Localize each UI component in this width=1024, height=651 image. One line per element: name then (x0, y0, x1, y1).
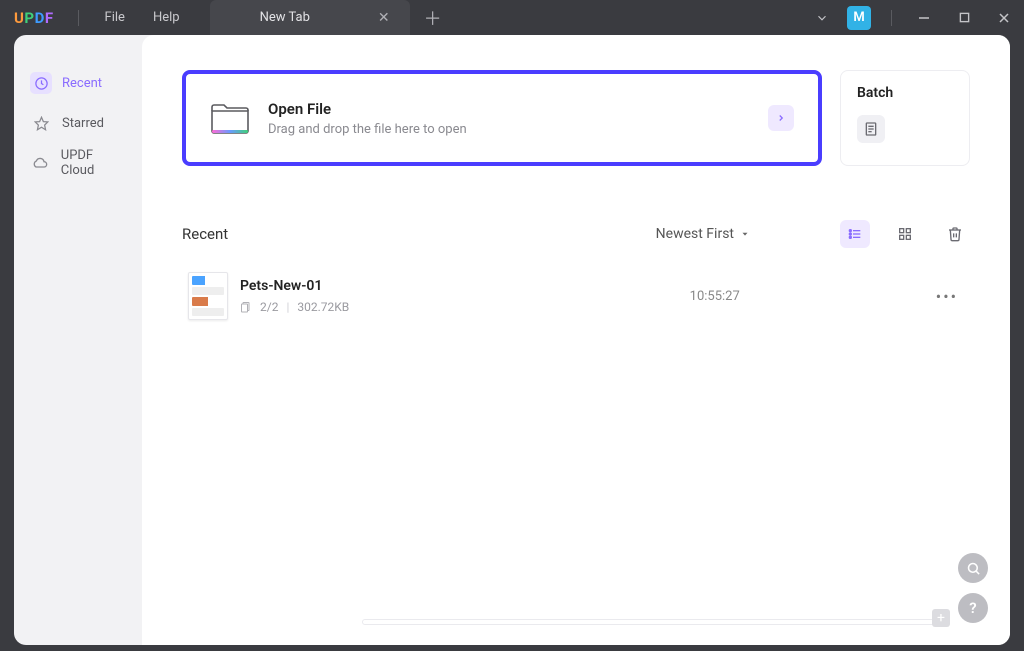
close-window-button[interactable] (984, 0, 1024, 35)
file-row[interactable]: Pets-New-01 2/2 | 302.72KB 10:55:27 ••• (182, 262, 970, 330)
clock-icon (30, 72, 52, 94)
file-more-button[interactable]: ••• (930, 287, 964, 306)
file-size: 302.72KB (297, 300, 349, 314)
open-file-subtitle: Drag and drop the file here to open (268, 122, 467, 137)
minimize-button[interactable] (904, 0, 944, 35)
delete-button[interactable] (940, 220, 970, 248)
batch-document-icon (857, 115, 885, 143)
file-pages: 2/2 (260, 300, 278, 314)
pages-icon (240, 301, 252, 313)
chevron-down-icon[interactable] (805, 11, 839, 25)
open-file-title: Open File (268, 100, 467, 118)
folder-icon (210, 101, 250, 135)
open-file-card[interactable]: Open File Drag and drop the file here to… (182, 70, 822, 166)
sidebar-item-recent[interactable]: Recent (22, 65, 134, 101)
view-list-button[interactable] (840, 220, 870, 248)
star-icon (30, 112, 52, 134)
separator (891, 10, 892, 26)
open-file-arrow-button[interactable] (768, 105, 794, 131)
sort-label: Newest First (656, 226, 734, 242)
add-tab-button[interactable]: ＋ (424, 5, 442, 31)
batch-card[interactable]: Batch (840, 70, 970, 166)
sidebar: Recent Starred UPDF Cloud (14, 35, 142, 645)
sidebar-item-cloud[interactable]: UPDF Cloud (22, 145, 134, 181)
add-button[interactable]: + (932, 609, 950, 627)
file-time: 10:55:27 (690, 289, 740, 304)
separator (78, 10, 79, 26)
titlebar: UPDF File Help New Tab ✕ ＋ M (0, 0, 1024, 35)
maximize-button[interactable] (944, 0, 984, 35)
main-content: Open File Drag and drop the file here to… (142, 35, 1010, 645)
sidebar-item-starred[interactable]: Starred (22, 105, 134, 141)
view-grid-button[interactable] (890, 220, 920, 248)
menu-file[interactable]: File (91, 10, 139, 25)
caret-down-icon (740, 229, 750, 239)
file-thumbnail (188, 272, 228, 320)
file-name: Pets-New-01 (240, 278, 349, 294)
batch-title: Batch (857, 85, 953, 101)
user-avatar[interactable]: M (847, 6, 871, 30)
app-logo: UPDF (0, 9, 66, 27)
horizontal-scrollbar[interactable] (362, 619, 940, 625)
sidebar-item-label: Recent (62, 76, 102, 91)
tab-new[interactable]: New Tab ✕ (210, 0, 410, 35)
sidebar-item-label: UPDF Cloud (61, 148, 126, 178)
cloud-icon (30, 152, 51, 174)
menu-help[interactable]: Help (139, 10, 194, 25)
help-button[interactable]: ? (958, 593, 988, 623)
search-button[interactable] (958, 553, 988, 583)
recent-heading: Recent (182, 225, 228, 243)
tab-label: New Tab (260, 10, 310, 25)
close-tab-icon[interactable]: ✕ (378, 10, 390, 26)
sidebar-item-label: Starred (62, 116, 104, 131)
sort-dropdown[interactable]: Newest First (656, 226, 750, 242)
